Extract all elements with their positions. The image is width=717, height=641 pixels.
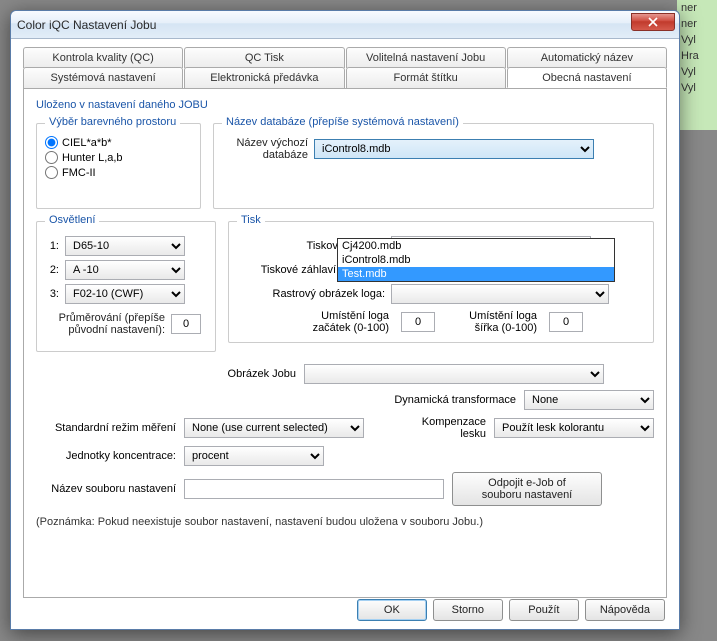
panel-heading: Uloženo v nastavení daného JOBU <box>36 99 654 111</box>
jobimg-label: Obrázek Jobu <box>216 368 296 380</box>
logo-width-input[interactable] <box>549 312 583 332</box>
tab-qc[interactable]: Kontrola kvality (QC) <box>23 47 183 68</box>
light-2-select[interactable]: A -10 <box>65 260 185 280</box>
tab-optional[interactable]: Volitelná nastavení Jobu <box>346 47 506 68</box>
filename-input[interactable] <box>184 479 444 499</box>
tab-qc-print[interactable]: QC Tisk <box>184 47 344 68</box>
db-label: Název výchozí databáze <box>222 137 308 161</box>
bg-text: Vyl <box>677 32 717 48</box>
db-select[interactable]: iControl8.mdb <box>314 139 594 159</box>
gloss-select[interactable]: Použít lesk kolorantu <box>494 418 654 438</box>
light-1-select[interactable]: D65-10 <box>65 236 185 256</box>
print-raster-label: Rastrový obrázek loga: <box>237 288 385 300</box>
db-option-selected[interactable]: Test.mdb <box>338 267 614 281</box>
print-raster-select[interactable] <box>391 284 609 304</box>
radio-hunter-input[interactable] <box>45 151 58 164</box>
bg-text: Hra <box>677 48 717 64</box>
dialog-window: Color iQC Nastavení Jobu Kontrola kvalit… <box>10 10 680 630</box>
avg-label: Průměrování (přepíše původní nastavení): <box>45 312 165 336</box>
light-num: 1: <box>45 240 59 252</box>
stdmode-label: Standardní režim měření <box>36 422 176 434</box>
group-title-light: Osvětlení <box>45 214 99 226</box>
tab-label-format[interactable]: Formát štítku <box>346 67 506 88</box>
group-title-db: Název databáze (přepíše systémová nastav… <box>222 116 463 128</box>
window-title: Color iQC Nastavení Jobu <box>17 18 156 32</box>
bg-text: Vyl <box>677 80 717 96</box>
radio-hunter[interactable]: Hunter L,a,b <box>45 151 192 164</box>
tab-electronic[interactable]: Elektronická předávka <box>184 67 344 88</box>
tab-panel: Uloženo v nastavení daného JOBU Výběr ba… <box>23 88 667 598</box>
light-3-select[interactable]: F02-10 (CWF) <box>65 284 185 304</box>
help-button[interactable]: Nápověda <box>585 599 665 621</box>
logo-start-label: Umístění loga začátek (0-100) <box>299 310 389 334</box>
group-title-print: Tisk <box>237 214 265 226</box>
radio-fmc[interactable]: FMC-II <box>45 166 192 179</box>
bg-text: Vyl <box>677 64 717 80</box>
cancel-button[interactable]: Storno <box>433 599 503 621</box>
gloss-label: Kompenzace lesku <box>406 416 486 440</box>
group-title-colorspace: Výběr barevného prostoru <box>45 116 180 128</box>
bg-text: ner <box>677 16 717 32</box>
jobimg-select[interactable] <box>304 364 604 384</box>
close-button[interactable] <box>631 13 675 31</box>
avg-input[interactable] <box>171 314 201 334</box>
tab-autoname[interactable]: Automatický název <box>507 47 667 68</box>
radio-fmc-input[interactable] <box>45 166 58 179</box>
tab-system[interactable]: Systémová nastavení <box>23 67 183 88</box>
note-text: (Poznámka: Pokud neexistuje soubor nasta… <box>36 516 654 528</box>
units-select[interactable]: procent <box>184 446 324 466</box>
radio-cielab[interactable]: CIEL*a*b* <box>45 136 192 149</box>
dyn-label: Dynamická transformace <box>394 394 516 406</box>
units-label: Jednotky koncentrace: <box>36 450 176 462</box>
db-dropdown-list[interactable]: Cj4200.mdb iControl8.mdb Test.mdb <box>337 238 615 282</box>
ejob-detach-button[interactable]: Odpojit e-Job of souboru nastavení <box>452 472 602 506</box>
logo-start-input[interactable] <box>401 312 435 332</box>
light-num: 2: <box>45 264 59 276</box>
filename-label: Název souboru nastavení <box>36 483 176 495</box>
radio-cielab-input[interactable] <box>45 136 58 149</box>
stdmode-select[interactable]: None (use current selected) <box>184 418 364 438</box>
light-num: 3: <box>45 288 59 300</box>
titlebar[interactable]: Color iQC Nastavení Jobu <box>11 11 679 39</box>
bg-text: ner <box>677 0 717 16</box>
tab-general[interactable]: Obecná nastavení <box>507 67 667 88</box>
logo-width-label: Umístění loga šířka (0-100) <box>447 310 537 334</box>
close-icon <box>648 17 658 27</box>
dyn-select[interactable]: None <box>524 390 654 410</box>
db-option[interactable]: Cj4200.mdb <box>338 239 614 253</box>
db-option[interactable]: iControl8.mdb <box>338 253 614 267</box>
ok-button[interactable]: OK <box>357 599 427 621</box>
apply-button[interactable]: Použít <box>509 599 579 621</box>
